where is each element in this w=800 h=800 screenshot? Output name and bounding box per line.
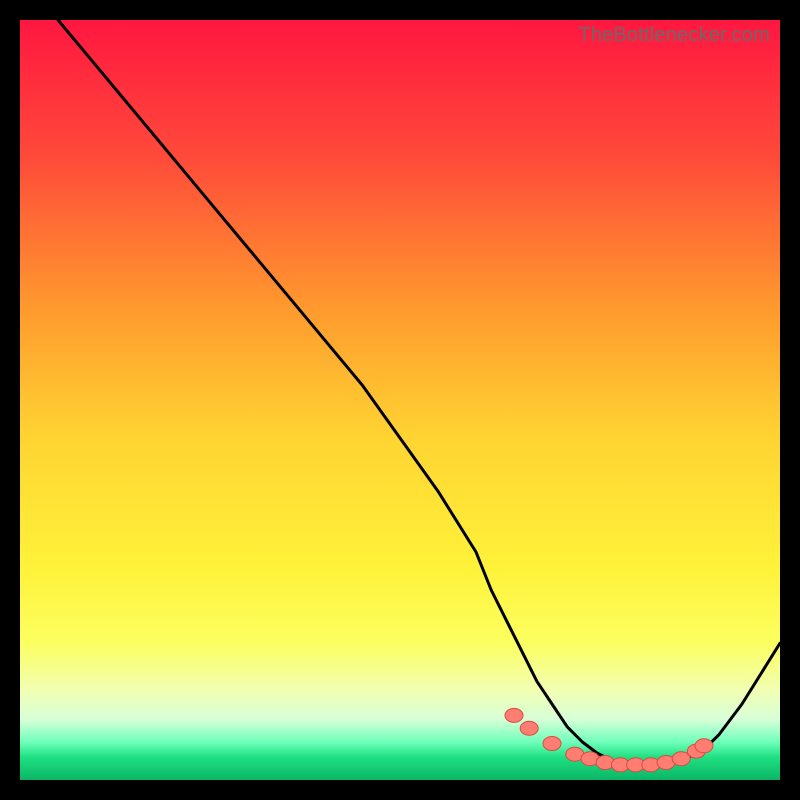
marker-dot xyxy=(672,752,690,766)
marker-dot xyxy=(505,708,523,722)
watermark-text: TheBottlenecker.com xyxy=(578,24,770,47)
marker-dot xyxy=(520,721,538,735)
marker-dot xyxy=(695,739,713,753)
gradient-background xyxy=(20,20,780,780)
bottleneck-chart xyxy=(20,20,780,780)
marker-dot xyxy=(543,737,561,751)
chart-frame: TheBottlenecker.com xyxy=(20,20,780,780)
